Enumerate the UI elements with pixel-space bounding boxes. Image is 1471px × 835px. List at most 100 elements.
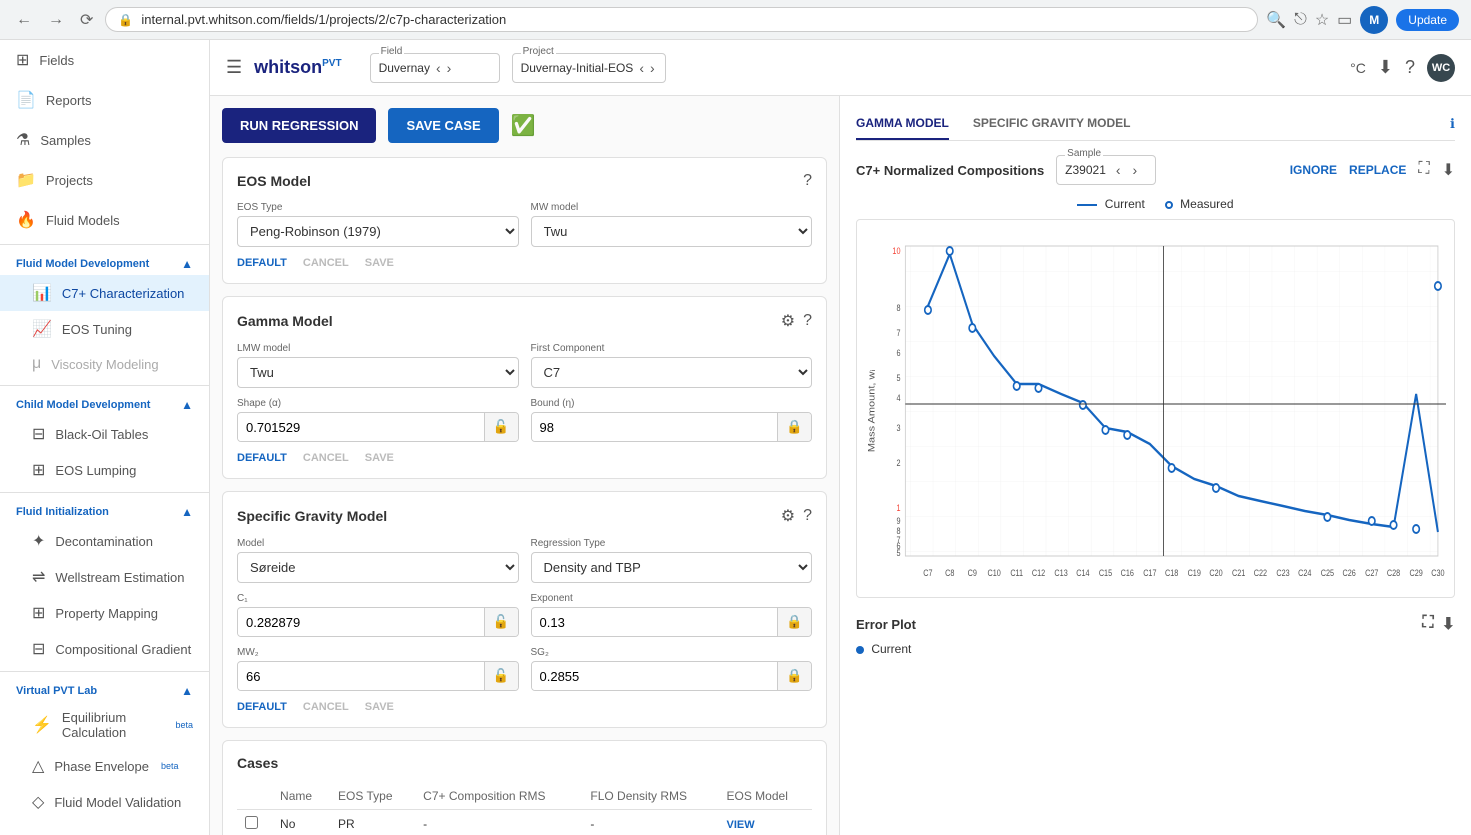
row-checkbox[interactable] bbox=[245, 816, 258, 829]
sidebar-toggle-icon[interactable]: ▭ bbox=[1337, 10, 1352, 30]
eos-default-btn[interactable]: DEFAULT bbox=[237, 257, 287, 269]
field-prev[interactable]: ‹ bbox=[434, 58, 443, 78]
chart-legend: Current Measured bbox=[856, 197, 1455, 211]
eos-type-select[interactable]: Peng-Robinson (1979) bbox=[237, 216, 519, 247]
sample-prev[interactable]: ‹ bbox=[1114, 160, 1123, 180]
sg-cancel-btn[interactable]: CANCEL bbox=[303, 701, 349, 713]
chart-download-icon[interactable]: ⬇ bbox=[1442, 160, 1455, 180]
gamma-default-btn[interactable]: DEFAULT bbox=[237, 452, 287, 464]
top-bar-right: °C ⬇ ? WC bbox=[1350, 54, 1455, 82]
gamma-help-icon[interactable]: ? bbox=[803, 312, 812, 330]
sidebar-label-samples: Samples bbox=[40, 133, 91, 148]
ignore-btn[interactable]: IGNORE bbox=[1290, 160, 1337, 180]
tab-gamma-model[interactable]: GAMMA MODEL bbox=[856, 108, 949, 140]
error-plot-download-icon[interactable]: ⬇ bbox=[1442, 614, 1455, 634]
measured-c27 bbox=[1369, 517, 1375, 525]
reload-button[interactable]: ⟳ bbox=[76, 6, 97, 34]
gamma-save-btn[interactable]: SAVE bbox=[365, 452, 394, 464]
sidebar-item-wellstream-estimation[interactable]: ⇌ Wellstream Estimation bbox=[0, 559, 209, 595]
chart-expand-icon[interactable]: ⛶ bbox=[1418, 160, 1429, 180]
sidebar-item-samples[interactable]: ⚗ Samples bbox=[0, 120, 209, 160]
error-plot-title: Error Plot bbox=[856, 617, 916, 632]
first-component-select[interactable]: C7 bbox=[531, 357, 813, 388]
error-plot-expand-icon[interactable]: ⛶ bbox=[1422, 614, 1433, 634]
tab-info-icon[interactable]: ℹ bbox=[1450, 116, 1455, 132]
sidebar-item-projects[interactable]: 📁 Projects bbox=[0, 160, 209, 200]
eos-cancel-btn[interactable]: CANCEL bbox=[303, 257, 349, 269]
row-view-btn[interactable]: VIEW bbox=[727, 819, 755, 831]
tab-specific-gravity-model[interactable]: SPECIFIC GRAVITY MODEL bbox=[973, 108, 1131, 140]
collapse-icon-fi: ▲ bbox=[181, 505, 193, 519]
sg2-lock-btn[interactable]: 🔒 bbox=[777, 662, 811, 690]
section-fluid-initialization[interactable]: Fluid Initialization ▲ bbox=[0, 497, 209, 523]
download-icon[interactable]: ⬇ bbox=[1378, 57, 1393, 78]
project-prev[interactable]: ‹ bbox=[637, 58, 646, 78]
sidebar-item-c7-characterization[interactable]: 📊 C7+ Characterization bbox=[0, 275, 209, 311]
save-case-button[interactable]: SAVE CASE bbox=[388, 108, 498, 143]
sample-next[interactable]: › bbox=[1131, 160, 1140, 180]
sidebar-item-eos-tuning[interactable]: 📈 EOS Tuning bbox=[0, 311, 209, 347]
field-label: Field bbox=[379, 46, 405, 57]
sidebar-item-black-oil-tables[interactable]: ⊟ Black-Oil Tables bbox=[0, 416, 209, 452]
sidebar-item-fluid-model-validation[interactable]: ◇ Fluid Model Validation bbox=[0, 784, 209, 820]
sidebar-item-equilibrium-calculation[interactable]: ⚡ Equilibrium Calculation beta bbox=[0, 702, 209, 748]
eos-form-row-1: EOS Type Peng-Robinson (1979) MW model T… bbox=[237, 202, 812, 247]
project-selector[interactable]: Project Duvernay-Initial-EOS ‹ › bbox=[512, 53, 666, 83]
sg-default-btn[interactable]: DEFAULT bbox=[237, 701, 287, 713]
x-c25: C25 bbox=[1321, 568, 1335, 578]
y-tick-1: 1 bbox=[896, 503, 900, 513]
gamma-cancel-btn[interactable]: CANCEL bbox=[303, 452, 349, 464]
c1-input[interactable] bbox=[238, 609, 484, 636]
mw2-input[interactable] bbox=[238, 663, 484, 690]
lmw-model-select[interactable]: Twu bbox=[237, 357, 519, 388]
section-virtual-pvt-lab[interactable]: Virtual PVT Lab ▲ bbox=[0, 676, 209, 702]
bound-input[interactable] bbox=[532, 414, 778, 441]
exponent-lock-btn[interactable]: 🔒 bbox=[777, 608, 811, 636]
forward-button[interactable]: → bbox=[44, 7, 68, 33]
sidebar-item-decontamination[interactable]: ✦ Decontamination bbox=[0, 523, 209, 559]
sg-save-btn[interactable]: SAVE bbox=[365, 701, 394, 713]
sidebar-item-fluid-models[interactable]: 🔥 Fluid Models bbox=[0, 200, 209, 240]
back-button[interactable]: ← bbox=[12, 7, 36, 33]
sg-model-select[interactable]: Søreide bbox=[237, 552, 519, 583]
bound-group: Bound (η) 🔒 bbox=[531, 398, 813, 442]
sg-help-icon[interactable]: ? bbox=[803, 507, 812, 525]
section-child-model-development[interactable]: Child Model Development ▲ bbox=[0, 390, 209, 416]
x-c21: C21 bbox=[1232, 568, 1246, 578]
field-next[interactable]: › bbox=[445, 58, 454, 78]
bound-lock-btn[interactable]: 🔒 bbox=[777, 413, 811, 441]
temp-unit-toggle[interactable]: °C bbox=[1350, 60, 1366, 76]
c1-lock-btn[interactable]: 🔓 bbox=[484, 608, 518, 636]
exponent-input[interactable] bbox=[532, 609, 778, 636]
mw-model-select[interactable]: Twu bbox=[531, 216, 813, 247]
eos-help-icon[interactable]: ? bbox=[803, 172, 812, 190]
mw2-lock-btn[interactable]: 🔓 bbox=[484, 662, 518, 690]
regression-type-select[interactable]: Density and TBP bbox=[531, 552, 813, 583]
sg-settings-icon[interactable]: ⚙ bbox=[781, 506, 795, 526]
sidebar-item-property-mapping[interactable]: ⊞ Property Mapping bbox=[0, 595, 209, 631]
project-next[interactable]: › bbox=[648, 58, 657, 78]
sidebar-item-compositional-gradient[interactable]: ⊟ Compositional Gradient bbox=[0, 631, 209, 667]
share-icon[interactable]: ⎋ bbox=[1294, 11, 1307, 29]
run-regression-button[interactable]: RUN REGRESSION bbox=[222, 108, 376, 143]
help-icon[interactable]: ? bbox=[1405, 57, 1415, 78]
gamma-settings-icon[interactable]: ⚙ bbox=[781, 311, 795, 331]
menu-toggle[interactable]: ☰ bbox=[226, 57, 242, 78]
eos-save-btn[interactable]: SAVE bbox=[365, 257, 394, 269]
sidebar-item-phase-envelope[interactable]: △ Phase Envelope beta bbox=[0, 748, 209, 784]
update-button[interactable]: Update bbox=[1396, 9, 1459, 31]
shape-lock-btn[interactable]: 🔓 bbox=[484, 413, 518, 441]
search-icon[interactable]: 🔍 bbox=[1266, 10, 1286, 30]
field-selector[interactable]: Field Duvernay ‹ › bbox=[370, 53, 500, 83]
shape-input[interactable] bbox=[238, 414, 484, 441]
section-fluid-model-development[interactable]: Fluid Model Development ▲ bbox=[0, 249, 209, 275]
replace-btn[interactable]: REPLACE bbox=[1349, 160, 1406, 180]
gamma-model-title: Gamma Model bbox=[237, 313, 333, 329]
sidebar-item-reports[interactable]: 📄 Reports bbox=[0, 80, 209, 120]
bookmark-icon[interactable]: ☆ bbox=[1315, 10, 1329, 30]
x-c17: C17 bbox=[1143, 568, 1157, 578]
sidebar-item-eos-lumping[interactable]: ⊞ EOS Lumping bbox=[0, 452, 209, 488]
sg2-input[interactable] bbox=[532, 663, 778, 690]
sample-selector[interactable]: Sample Z39021 ‹ › bbox=[1056, 155, 1156, 185]
sidebar-item-fields[interactable]: ⊞ Fields bbox=[0, 40, 209, 80]
